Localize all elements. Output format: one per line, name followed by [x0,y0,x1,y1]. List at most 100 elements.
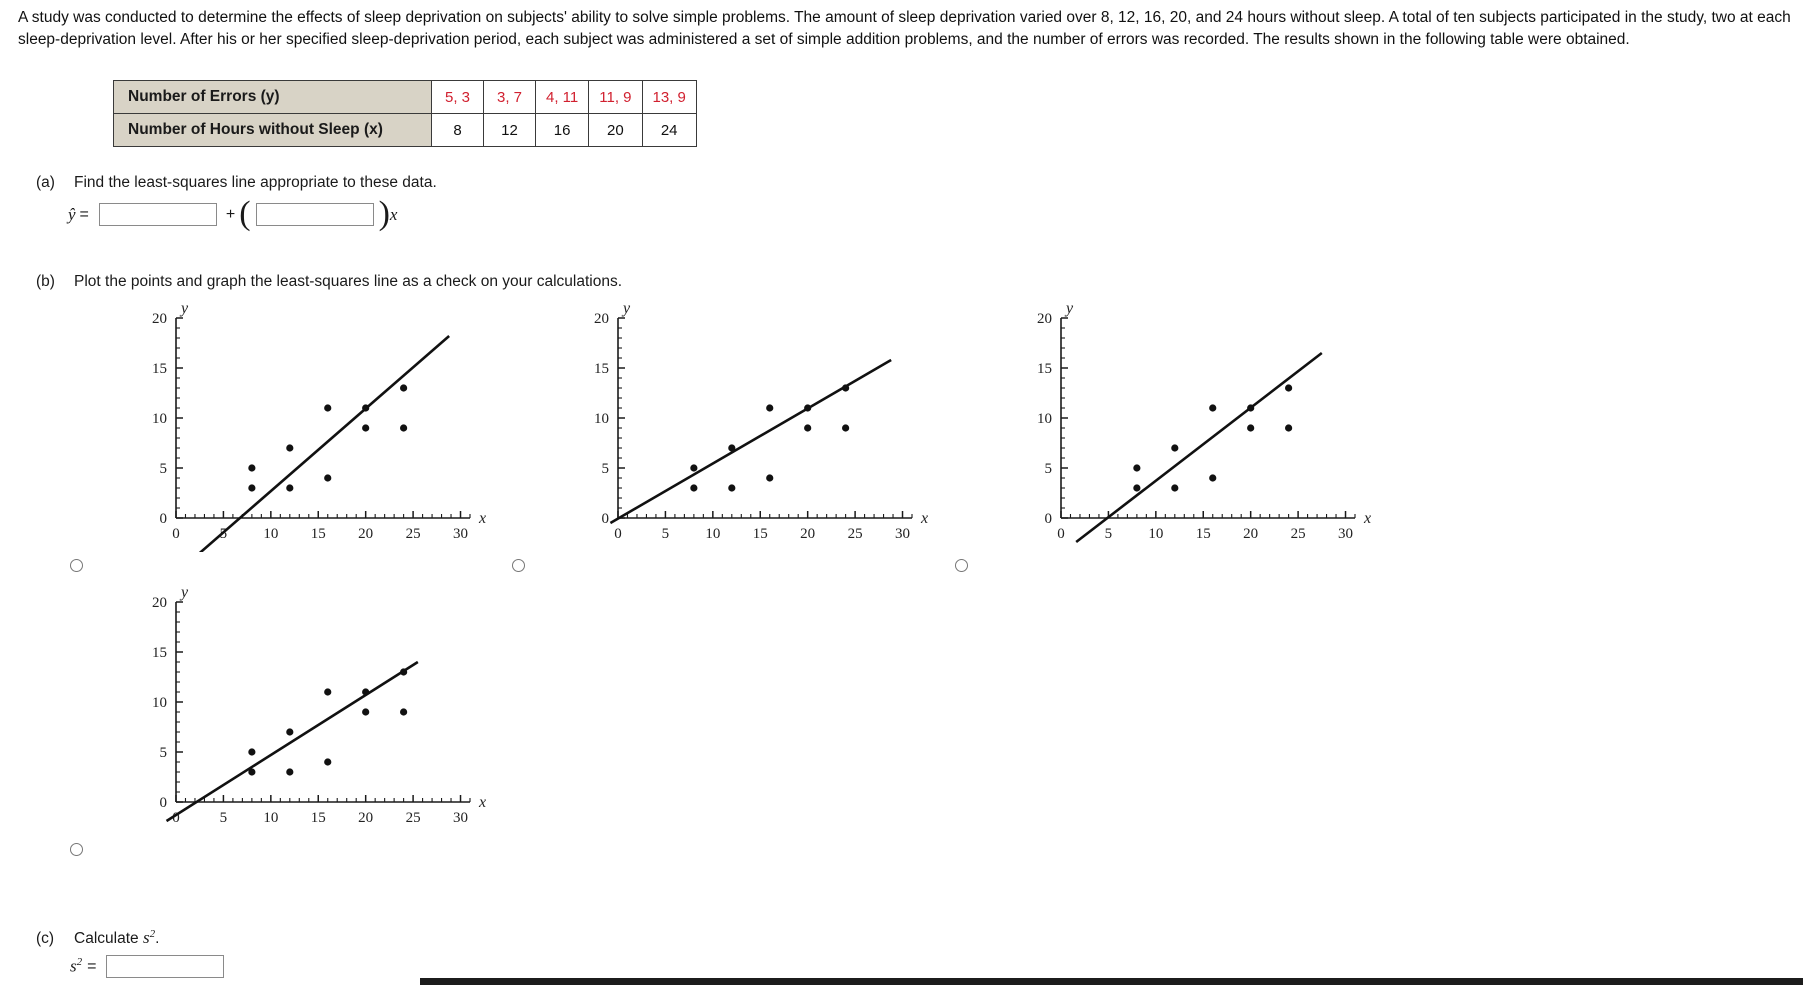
plot-3-data-point-4 [1171,484,1179,492]
scatter-plot-option-1[interactable]: 0 5 10 15 20 25 30 0 5 10 15 20 x y [70,300,500,552]
hours-cell-2: 12 [483,113,536,147]
plot-4-xtick-5: 5 [220,810,228,826]
plot-1-canvas: 0 5 10 15 20 25 3005101520xy [152,300,486,552]
plot-3-regression-line [1075,351,1323,544]
plot-3-canvas: 0 5 10 15 20 25 30 0 5 10 15 20 x y [1037,300,1371,544]
plot-1-xtick-0: 0 [172,526,180,542]
plot-3-ytick-5: 5 [1045,461,1053,477]
plot-2-x-axis-label: x [920,510,928,527]
part-a-text: Find the least-squares line appropriate … [74,174,437,191]
plot-radio-option-1[interactable] [70,559,83,572]
plot-1-ytick-0: 0 [160,511,168,527]
plot-1-xtick-10: 10 [263,526,278,542]
plot-2-data-point-3 [728,444,736,452]
plot-3-ytick-0: 0 [1045,511,1053,527]
plot-2-xtick-20: 20 [800,526,815,542]
plot-4-ytick-15: 15 [152,645,167,661]
plot-1-ytick-5: 5 [160,461,168,477]
equals-sign-c: = [87,957,97,975]
plot-2-data-point-8 [804,424,812,432]
page-bottom-bar [0,978,1803,985]
plot-3-xtick-15: 15 [1196,526,1211,542]
plot-4-data-point-5 [324,688,332,696]
plot-2-canvas: 0 5 10 15 20 25 30 0 5 10 15 20 x y [594,300,928,542]
part-b-prompt: (b) Plot the points and graph the least-s… [36,273,622,291]
plot-4-data-point-4 [286,768,294,776]
plot-2-xtick-30: 30 [895,526,910,542]
plot-1-data-point-7 [362,404,370,412]
part-a-tag: (a) [36,174,55,191]
plot-1-xtick-20: 20 [358,526,373,542]
plot-2-data-point-1 [690,464,698,472]
s-squared-input[interactable] [106,955,225,978]
plot-4-data-point-6 [324,758,332,766]
plot-2-data-point-9 [842,384,850,392]
plot-3-xtick-25: 25 [1291,526,1306,542]
plot-2-data-point-10 [842,424,850,432]
errors-cell-5: 13, 9 [641,80,697,114]
plot-3-ytick-20: 20 [1037,311,1052,327]
plot-3-ytick-10: 10 [1037,411,1052,427]
plot-radio-option-4[interactable] [70,843,83,856]
plot-2-data-point-6 [766,474,774,482]
plot-1-ytick-10: 10 [152,411,167,427]
y-hat-label: ŷ [68,204,76,224]
right-paren: ) [378,194,390,232]
plot-4-data-point-8 [362,708,370,716]
plot-2-y-axis-label: y [621,300,631,317]
plot-4-data-point-1 [248,748,256,756]
scatter-plot-option-4[interactable]: 0 5 10 15 20 25 30 0 5 10 15 20 x y [70,584,500,836]
results-table: Number of Errors (y) 5, 3 3, 7 4, 11 11,… [113,80,697,147]
plot-4-data-point-7 [362,688,370,696]
errors-cell-2: 3, 7 [483,80,536,114]
plot-3-x-axis-label: x [1363,510,1371,527]
errors-cell-4: 11, 9 [588,80,643,114]
plot-4-xtick-25: 25 [406,810,421,826]
plot-1-regression-line [198,335,450,552]
plot-1-xtick-25: 25 [406,526,421,542]
plot-2-ytick-20: 20 [594,311,609,327]
plot-4-data-point-3 [286,728,294,736]
plot-2-data-point-2 [690,484,698,492]
plot-4-ytick-0: 0 [160,795,168,811]
hours-cell-5: 24 [641,113,697,147]
plot-3-data-point-2 [1133,484,1141,492]
plot-1-ytick-15: 15 [152,361,167,377]
plot-1-x-axis-label: x [478,510,486,527]
errors-cell-1: 5, 3 [431,80,484,114]
row-header-hours: Number of Hours without Sleep (x) [113,113,432,147]
plot-3-data-point-5 [1209,404,1217,412]
plot-4-data-point-2 [248,768,256,776]
bottom-bar-gap [0,978,420,985]
plot-radio-option-2[interactable] [512,559,525,572]
s-squared-label: s2 [70,956,83,976]
plot-1-data-point-3 [286,444,294,452]
plot-3-data-point-9 [1285,384,1293,392]
plot-3-data-point-1 [1133,464,1141,472]
scatter-plot-option-3[interactable]: 0 5 10 15 20 25 30 0 5 10 15 20 x y [955,300,1385,552]
plot-3-ytick-15: 15 [1037,361,1052,377]
slope-input[interactable] [255,203,374,226]
plus-sign: + [225,205,236,223]
plot-radio-option-3[interactable] [955,559,968,572]
part-c-tag: (c) [36,930,55,948]
plot-4-regression-line [165,660,419,823]
hours-cell-1: 8 [431,113,484,147]
plot-4-data-point-10 [400,708,408,716]
plot-2-data-point-5 [766,404,774,412]
scatter-plot-option-2[interactable]: 0 5 10 15 20 25 30 0 5 10 15 20 x y [512,300,942,552]
plot-2-ytick-15: 15 [594,361,609,377]
plot-4-canvas: 0 5 10 15 20 25 3005101520xy [152,584,486,826]
plot-4-y-axis-label: y [179,584,189,601]
plot-1-data-point-10 [400,424,408,432]
part-b-text: Plot the points and graph the least-squa… [74,273,622,290]
plot-4-ytick-10: 10 [152,695,167,711]
plot-1-data-point-4 [286,484,294,492]
row-header-errors: Number of Errors (y) [113,80,432,114]
plot-2-ytick-10: 10 [594,411,609,427]
part-c-text: Calculate s2. [74,928,160,948]
plot-3-xtick-10: 10 [1148,526,1163,542]
plot-1-data-point-9 [400,384,408,392]
plot-2-regression-line [609,358,892,525]
intercept-input[interactable] [98,203,217,226]
